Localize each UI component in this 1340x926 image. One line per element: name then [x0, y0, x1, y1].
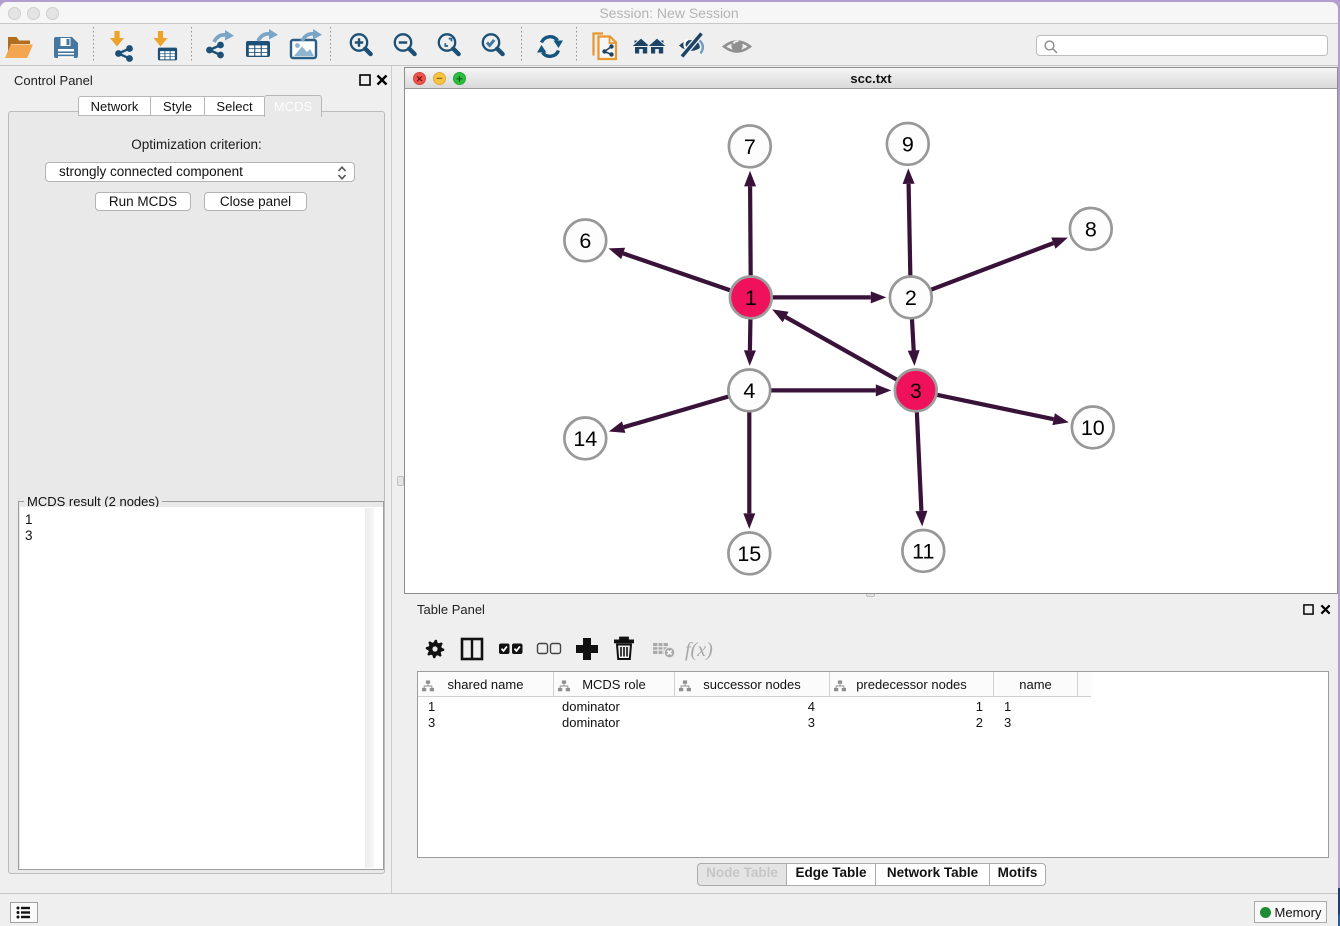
svg-text:9: 9 [902, 133, 914, 157]
svg-text:7: 7 [744, 135, 756, 159]
svg-text:2: 2 [905, 286, 917, 310]
svg-text:6: 6 [579, 229, 591, 253]
svg-text:f(x): f(x) [685, 639, 713, 661]
svg-text:8: 8 [1085, 218, 1097, 242]
svg-text:15: 15 [737, 542, 761, 566]
svg-text:10: 10 [1081, 416, 1105, 440]
svg-text:11: 11 [912, 540, 934, 564]
svg-text:14: 14 [573, 427, 597, 451]
svg-text:3: 3 [910, 379, 922, 403]
svg-text:4: 4 [743, 379, 755, 403]
svg-text:1: 1 [745, 286, 757, 310]
